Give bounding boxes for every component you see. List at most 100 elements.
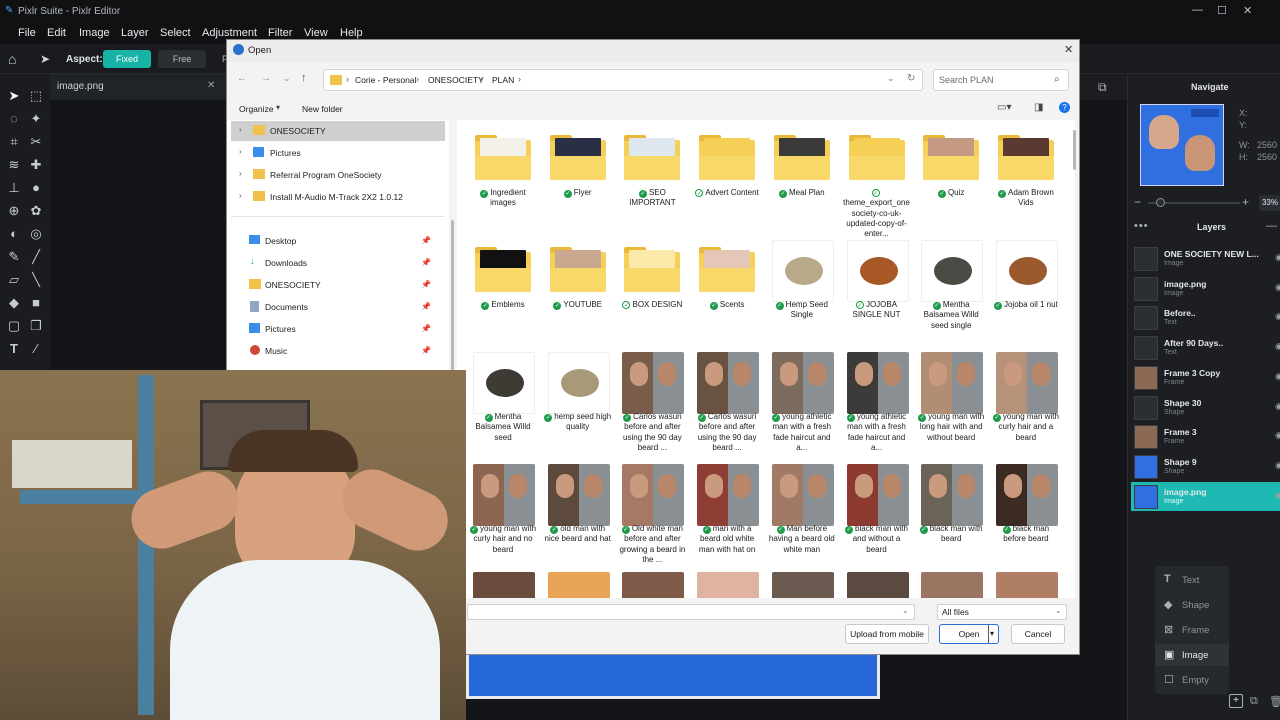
pin-icon[interactable]: 📌 — [421, 346, 431, 355]
image-thumbnail-partial[interactable] — [921, 572, 984, 598]
menu-adjustment[interactable]: Adjustment — [202, 27, 257, 39]
add-image-item[interactable]: ▣ Image — [1155, 644, 1229, 666]
image-thumbnail-partial[interactable] — [622, 572, 685, 598]
duplicate-layer-icon[interactable]: ⧉ — [1250, 695, 1258, 708]
layer-row[interactable]: Before.. Text ◉ — [1131, 303, 1280, 332]
image-thumbnail-partial[interactable] — [547, 572, 610, 598]
refresh-icon[interactable]: ↻ — [907, 73, 915, 84]
address-bar[interactable]: › Corie - Personal › ONESOCIETY › PLAN ›… — [323, 69, 923, 91]
image-file-item[interactable]: ✓ young man with curly hair and a beard — [990, 348, 1062, 458]
close-window-icon[interactable]: ✕ — [1243, 4, 1252, 17]
layer-row[interactable]: Frame 3 Copy Frame ◉ — [1131, 363, 1280, 392]
image-file-item[interactable]: ✓ Old white man before and after growing … — [616, 460, 688, 570]
eye-icon[interactable]: ◉ — [1275, 341, 1280, 352]
shape-tool-icon[interactable]: ▢ — [6, 318, 22, 334]
add-frame-item[interactable]: ⊠ Frame — [1155, 619, 1229, 641]
nav-item-referral[interactable]: › Referral Program OneSociety — [231, 165, 445, 185]
up-icon[interactable]: ↑ — [301, 72, 307, 84]
file-scrollbar[interactable] — [1073, 130, 1076, 170]
gradient-tool-icon[interactable]: ■ — [28, 295, 44, 311]
menu-view[interactable]: View — [304, 27, 328, 39]
layer-row[interactable]: Frame 3 Frame ◉ — [1131, 422, 1280, 451]
zoom-slider-handle[interactable] — [1156, 198, 1165, 207]
clone-brush-icon[interactable]: ╲ — [28, 272, 44, 288]
nav-scrollbar[interactable] — [451, 220, 454, 370]
fill-tool-icon[interactable]: ◆ — [6, 295, 22, 311]
image-file-item[interactable]: ✓ black man with and without a beard — [841, 460, 913, 570]
upload-from-mobile-button[interactable]: Upload from mobile — [845, 624, 929, 644]
brush-tool-icon[interactable]: ╱ — [28, 249, 44, 265]
pin-icon[interactable]: 📌 — [421, 236, 431, 245]
image-file-item[interactable]: ✓ Carlos wasuri before and after using th… — [691, 348, 763, 458]
menu-image[interactable]: Image — [79, 27, 110, 39]
quick-downloads[interactable]: ↓ Downloads 📌 — [243, 253, 443, 273]
view-icon[interactable]: ▭▾ — [997, 102, 1011, 113]
arrange-tool-icon[interactable]: ➤ — [6, 88, 22, 104]
pin-icon[interactable]: 📌 — [421, 324, 431, 333]
folder-item[interactable]: ✓ Emblems — [467, 236, 539, 346]
menu-file[interactable]: File — [18, 27, 36, 39]
image-file-item[interactable]: ✓ black man with beard — [915, 460, 987, 570]
free-button[interactable]: Free — [158, 50, 206, 68]
sponge-tool-icon[interactable]: ✿ — [28, 203, 44, 219]
image-file-item[interactable]: ✓ hemp seed high quality — [542, 348, 614, 458]
arrange-icon[interactable]: ➤ — [40, 52, 50, 66]
layer-row[interactable]: image.png Image ◉ — [1131, 481, 1280, 511]
menu-layer[interactable]: Layer — [121, 27, 149, 39]
image-file-item[interactable]: ✓ Man before having a beard old white man — [766, 460, 838, 570]
search-input[interactable]: Search PLAN ⌕ — [933, 69, 1069, 91]
delete-layer-icon[interactable]: 🗑 — [1269, 695, 1280, 708]
breadcrumb-item[interactable]: ONESOCIETY — [428, 75, 484, 85]
folder-item[interactable]: ✓ Meal Plan — [766, 124, 838, 234]
zoom-value[interactable]: 33% — [1259, 195, 1280, 211]
image-file-item[interactable]: ✓ young athletic man with a fresh fade ha… — [766, 348, 838, 458]
eye-icon[interactable]: ◉ — [1275, 252, 1280, 263]
eye-icon[interactable]: ◉ — [1275, 371, 1280, 382]
lasso-tool-icon[interactable]: ◌ — [6, 111, 22, 127]
marquee-tool-icon[interactable]: ⬚ — [28, 88, 44, 104]
liquify-tool-icon[interactable]: ≋ — [6, 157, 22, 173]
folder-item[interactable]: ✓ SEO IMPORTANT — [616, 124, 688, 234]
drop-tool-icon[interactable]: ● — [28, 180, 44, 196]
minimize-icon[interactable]: — — [1192, 4, 1203, 16]
image-file-item[interactable]: ✓ Jojoba oil 1 nut — [990, 236, 1062, 346]
wand-tool-icon[interactable]: ✦ — [28, 111, 44, 127]
image-thumbnail-partial[interactable] — [771, 572, 834, 598]
menu-select[interactable]: Select — [160, 27, 191, 39]
text-tool-icon[interactable]: T — [6, 341, 22, 357]
collapse-panel-icon[interactable]: ⧉ — [1098, 80, 1107, 95]
quick-pictures[interactable]: Pictures 📌 — [243, 319, 443, 339]
burn-tool-icon[interactable]: ◎ — [28, 226, 44, 242]
zoom-out-icon[interactable]: − — [1134, 195, 1141, 209]
image-file-item[interactable]: ✓ young man with long hair with and witho… — [915, 348, 987, 458]
crop-tool-icon[interactable]: ⌗ — [6, 134, 22, 150]
menu-help[interactable]: Help — [340, 27, 363, 39]
nav-item-install[interactable]: › Install M-Audio M-Track 2X2 1.0.12 — [231, 187, 445, 207]
layer-row[interactable]: Shape 30 Shape ◉ — [1131, 393, 1280, 422]
folder-item[interactable]: ✓ Scents — [691, 236, 763, 346]
add-empty-item[interactable]: ☐ Empty — [1155, 669, 1229, 691]
cutout-tool-icon[interactable]: ✂ — [28, 134, 44, 150]
address-dropdown-icon[interactable]: ⌄ — [887, 73, 895, 84]
back-icon[interactable]: ← — [237, 73, 247, 84]
menu-edit[interactable]: Edit — [47, 27, 66, 39]
quick-documents[interactable]: Documents 📌 — [243, 297, 443, 317]
open-dropdown-icon[interactable]: ▾ — [990, 625, 994, 643]
open-button[interactable]: Open ▾ — [939, 624, 999, 644]
nav-item-onesociety[interactable]: › ONESOCIETY — [231, 121, 445, 141]
eraser-tool-icon[interactable]: ▱ — [6, 272, 22, 288]
eye-icon[interactable]: ◉ — [1275, 401, 1280, 412]
image-file-item[interactable]: ✓ Mentha Balsamea Willd seed — [467, 348, 539, 458]
eye-icon[interactable]: ◉ — [1275, 460, 1280, 471]
help-icon[interactable]: ? — [1059, 102, 1070, 113]
file-type-select[interactable]: All files ⌄ — [937, 604, 1067, 620]
eye-icon[interactable]: ◉ — [1275, 490, 1280, 501]
dialog-close-icon[interactable]: ✕ — [1064, 43, 1073, 56]
layer-row[interactable]: After 90 Days.. Text ◉ — [1131, 333, 1280, 362]
breadcrumb-item[interactable]: Corie - Personal — [355, 75, 416, 85]
organize-button[interactable]: Organize — [239, 104, 274, 114]
layers-more-icon[interactable]: ••• — [1134, 220, 1149, 232]
quick-music[interactable]: Music 📌 — [243, 341, 443, 361]
recent-icon[interactable]: ⌄ — [283, 73, 291, 84]
image-file-item[interactable]: ✓ JOJOBA SINGLE NUT — [841, 236, 913, 346]
